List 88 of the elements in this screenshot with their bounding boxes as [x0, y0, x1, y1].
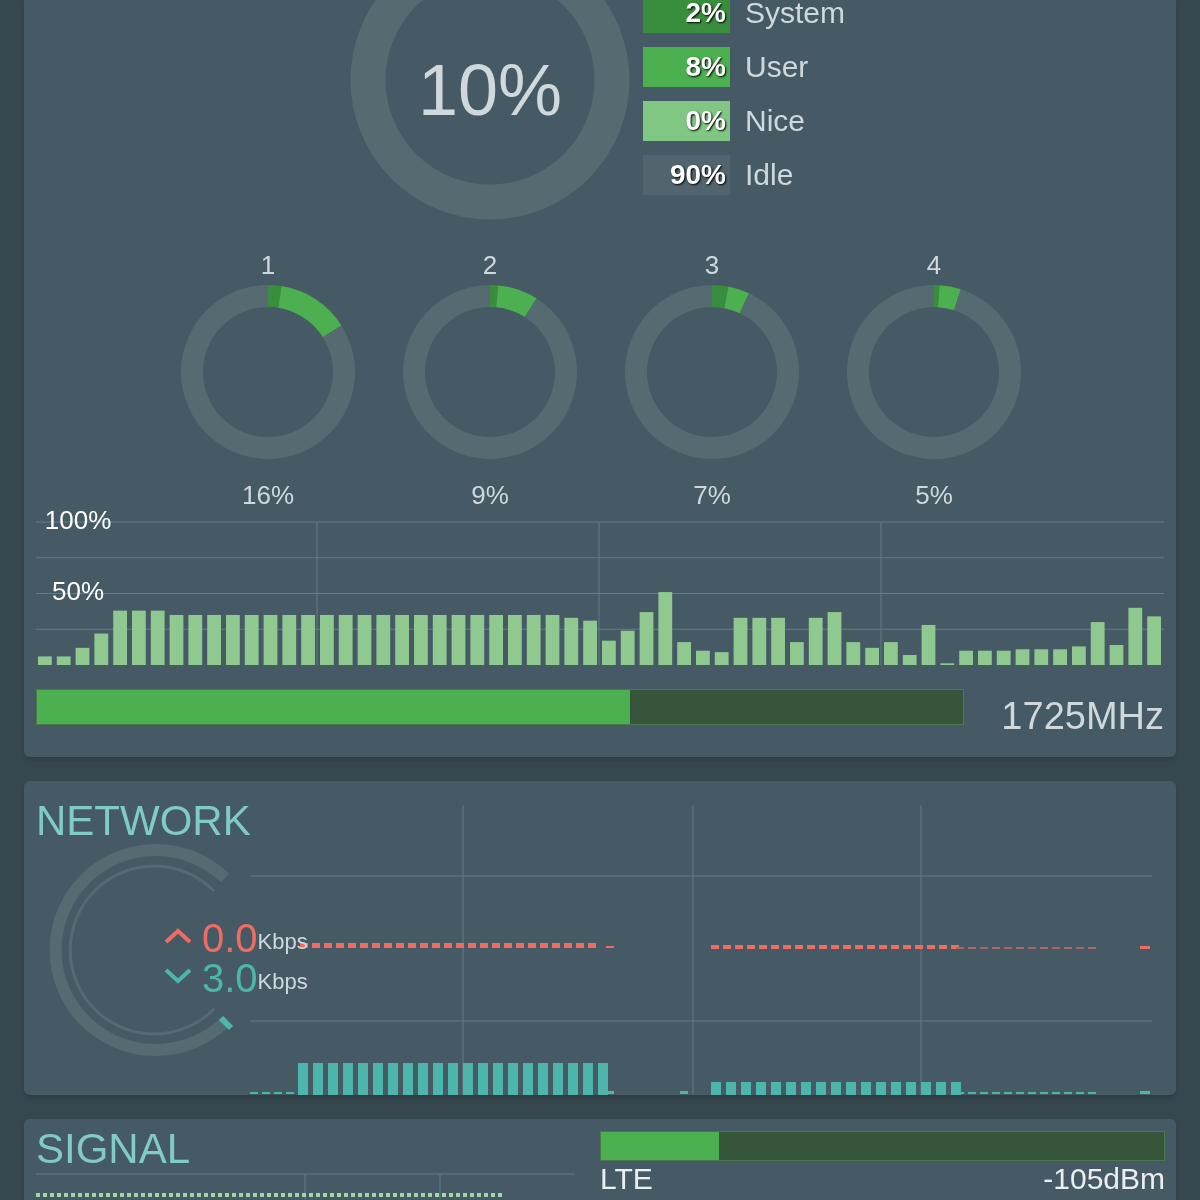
- network-title: NETWORK: [36, 797, 251, 844]
- upload-speed: 0.0: [202, 918, 258, 958]
- down-chevron-icon: [164, 968, 192, 984]
- legend-label: Idle: [745, 157, 794, 193]
- usage-bar: [432, 614, 447, 665]
- usage-bar: [1015, 649, 1030, 665]
- usage-bar: [263, 614, 278, 665]
- usage-bar: [902, 655, 917, 665]
- core-number: 1: [260, 252, 276, 278]
- core-number: 3: [704, 252, 720, 278]
- frequency-reading: 1725MHz: [1001, 694, 1164, 739]
- usage-bar: [959, 650, 973, 665]
- signal-title: SIGNAL: [36, 1125, 191, 1172]
- usage-bar: [583, 620, 597, 665]
- axis-tick-label: 100%: [44, 504, 112, 535]
- usage-bar: [790, 642, 804, 665]
- upload-unit: Kbps: [257, 928, 308, 956]
- usage-bar: [150, 610, 165, 665]
- usage-bar: [470, 614, 485, 665]
- usage-bar: [226, 614, 240, 665]
- usage-bar: [1147, 616, 1161, 665]
- network-type: LTE: [600, 1163, 653, 1195]
- legend-label: User: [745, 49, 809, 85]
- legend-swatch: 0%: [643, 100, 730, 141]
- usage-bar: [884, 642, 898, 665]
- download-speed: 3.0: [202, 958, 258, 998]
- usage-bar: [696, 650, 710, 665]
- legend-swatch: 2%: [643, 0, 730, 33]
- usage-bar: [677, 642, 691, 665]
- core-usage-reading: 9%: [471, 479, 509, 512]
- usage-bar: [301, 614, 315, 665]
- download-unit: Kbps: [257, 968, 308, 996]
- usage-bar: [771, 617, 785, 665]
- up-chevron-icon: [164, 928, 192, 944]
- usage-bar: [752, 617, 767, 665]
- usage-bar: [357, 614, 372, 665]
- legend-label: Nice: [745, 103, 805, 139]
- cpu-total-reading: 10%: [417, 49, 563, 132]
- core-usage-reading: 5%: [915, 479, 953, 512]
- usage-bar: [94, 633, 109, 665]
- usage-bar: [282, 614, 297, 665]
- core-usage-reading: 16%: [241, 479, 294, 512]
- usage-bar: [639, 612, 654, 665]
- usage-bar: [38, 656, 52, 665]
- usage-bar: [714, 652, 729, 665]
- usage-bar: [526, 614, 541, 665]
- usage-bar: [921, 624, 936, 665]
- usage-bar: [1128, 607, 1143, 665]
- usage-bar: [1034, 649, 1049, 665]
- core-usage-reading: 7%: [693, 479, 731, 512]
- usage-bar: [545, 614, 560, 665]
- usage-bar: [564, 617, 579, 665]
- usage-bar: [320, 614, 334, 665]
- usage-bar: [602, 640, 616, 665]
- usage-bar: [733, 617, 748, 665]
- usage-bar: [451, 614, 466, 665]
- signal-strength: -105dBm: [1043, 1163, 1165, 1195]
- usage-bar: [414, 614, 428, 665]
- usage-bar: [75, 647, 90, 665]
- usage-bar: [620, 630, 635, 665]
- core-number: 4: [926, 252, 942, 278]
- core-number: 2: [482, 252, 498, 278]
- legend-swatch: 8%: [643, 46, 730, 87]
- usage-bar: [865, 647, 879, 665]
- usage-bar: [508, 614, 522, 665]
- usage-bar: [489, 614, 503, 665]
- usage-bar: [1053, 649, 1067, 665]
- legend-swatch: 90%: [643, 154, 730, 195]
- usage-bar: [996, 650, 1011, 665]
- axis-tick-label: 50%: [52, 576, 104, 607]
- usage-bar: [132, 610, 146, 665]
- usage-bar: [978, 650, 992, 665]
- usage-bar: [1090, 622, 1105, 665]
- usage-bar: [338, 614, 353, 665]
- usage-bar: [244, 614, 259, 665]
- usage-bar: [207, 614, 221, 665]
- usage-bar: [56, 656, 71, 665]
- usage-bar: [188, 614, 203, 665]
- usage-bar: [846, 642, 861, 665]
- usage-bar: [1072, 646, 1086, 665]
- usage-bar: [169, 614, 184, 665]
- usage-bar: [376, 614, 391, 665]
- usage-bar: [827, 612, 842, 665]
- usage-bar: [113, 610, 127, 665]
- usage-bar: [395, 614, 409, 665]
- usage-bar: [1109, 645, 1124, 665]
- usage-bar: [808, 617, 823, 665]
- legend-label: System: [745, 0, 846, 31]
